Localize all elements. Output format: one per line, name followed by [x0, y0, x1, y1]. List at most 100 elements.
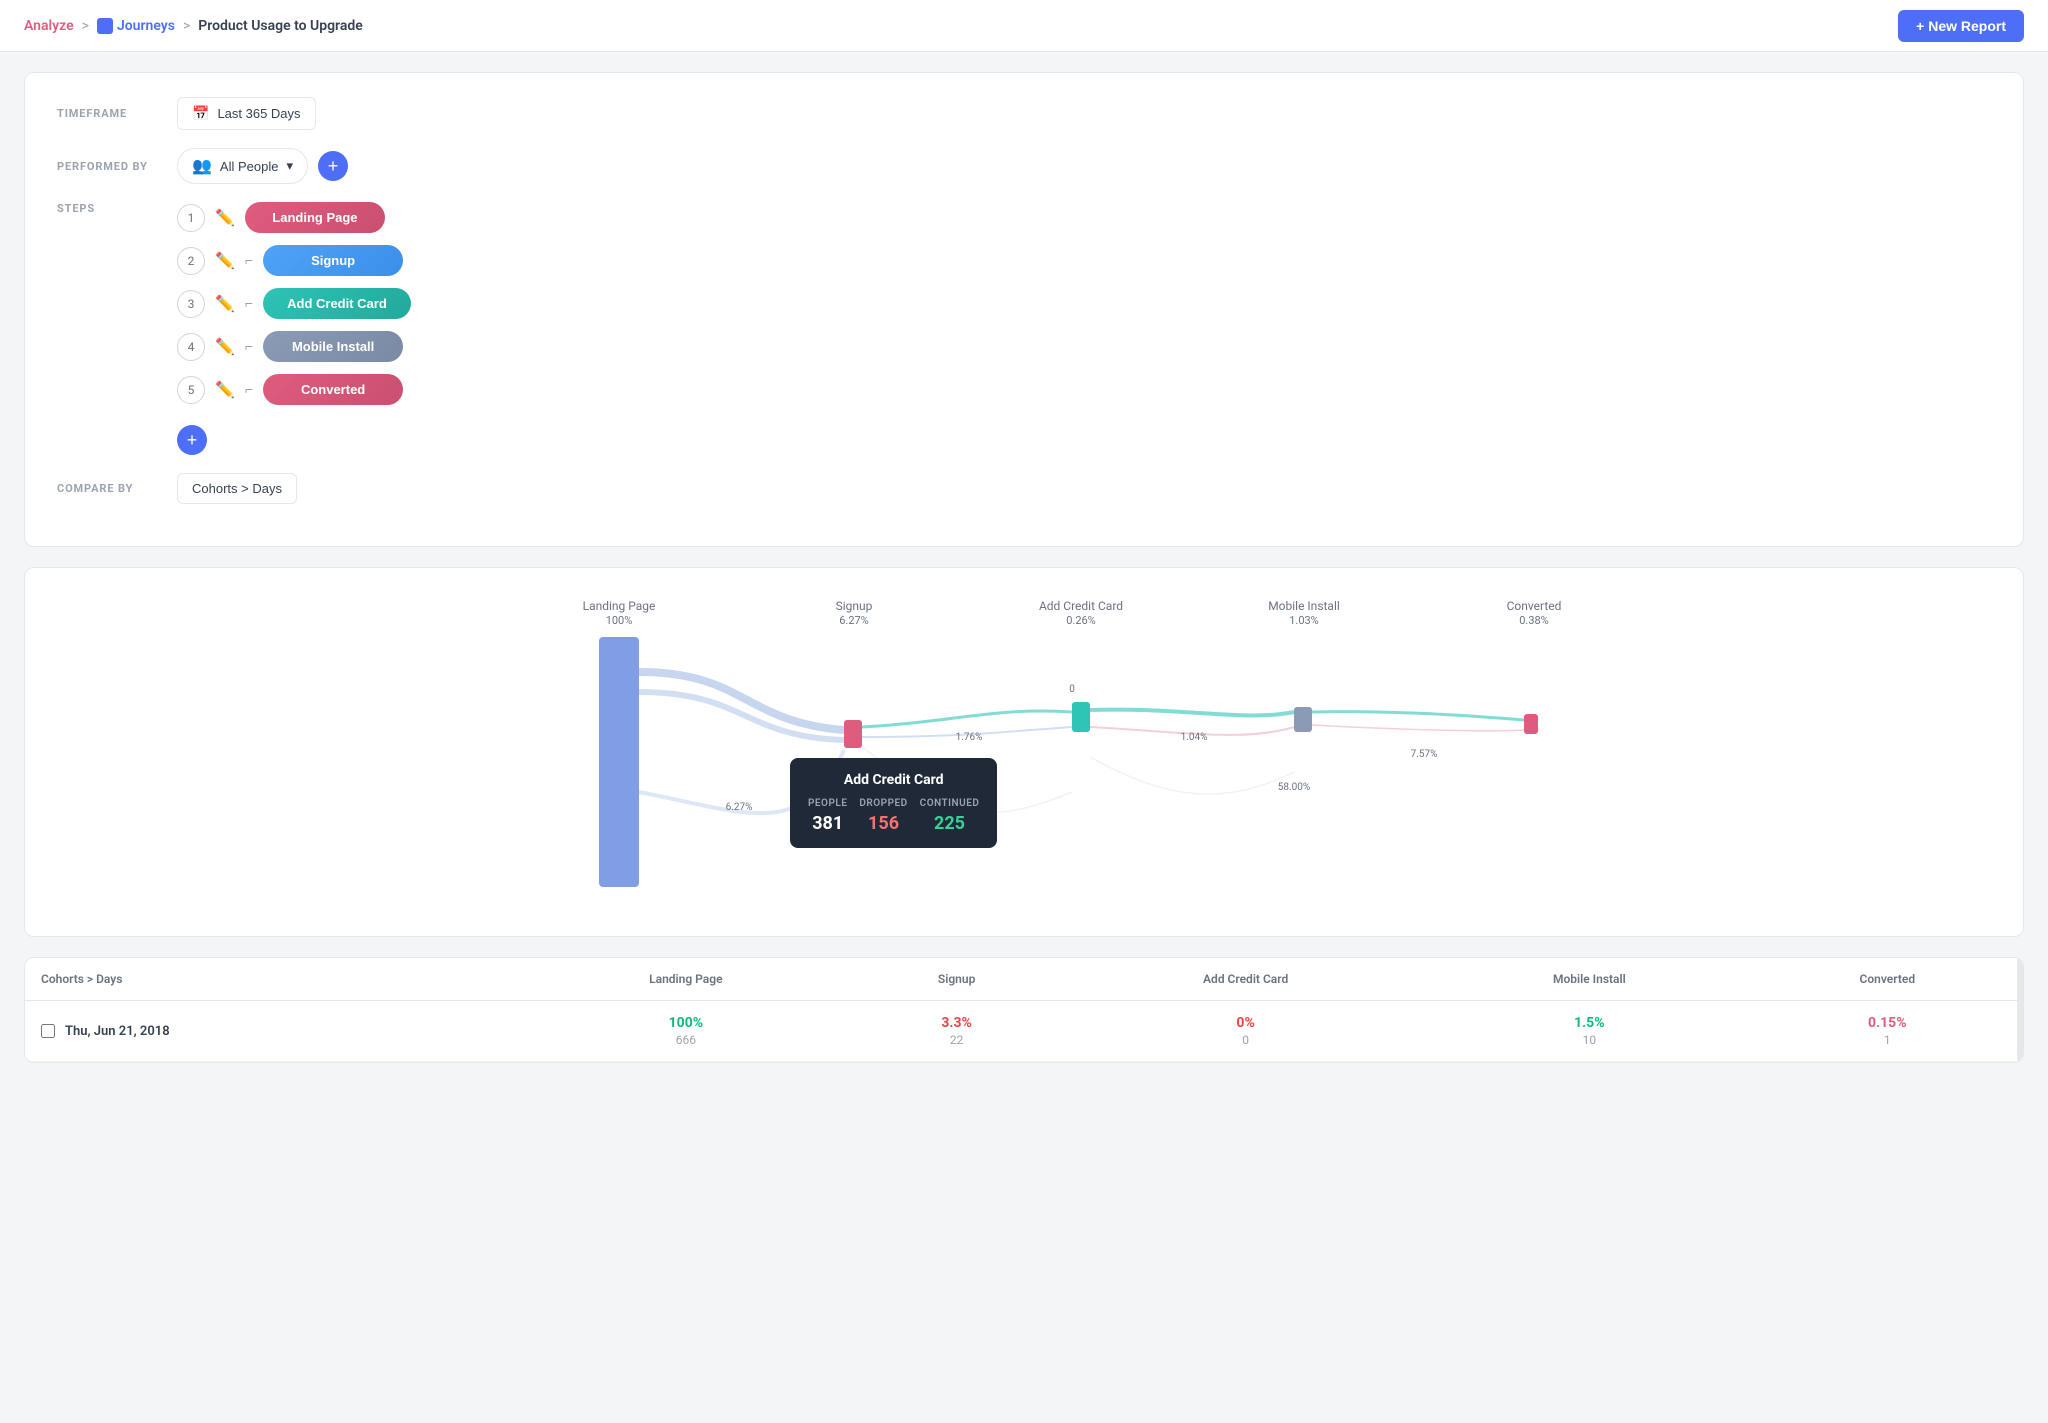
step-button-5[interactable]: Converted	[263, 374, 403, 405]
compare-by-label: COMPARE BY	[57, 482, 177, 495]
tooltip-people: PEOPLE 381	[808, 798, 847, 834]
timeframe-row: TIMEFRAME 📅 Last 365 Days	[57, 97, 1991, 130]
anno-3: 1.04%	[1181, 732, 1208, 743]
performed-by-label: PERFORMED BY	[57, 160, 177, 173]
chevron-down-icon: ▾	[286, 158, 293, 174]
separator-2: >	[183, 18, 190, 34]
td-mobile: 1.5% 10	[1427, 1001, 1752, 1062]
tooltip: Add Credit Card PEOPLE 381 DROPPED 156 C…	[790, 758, 997, 848]
step-branch-icon-5[interactable]: ⌐	[245, 381, 253, 398]
flow-main-1	[639, 672, 844, 730]
timeframe-value: Last 365 Days	[217, 106, 300, 121]
flow-mobile-converted-1	[1312, 712, 1524, 720]
step-item-4: 4 ✏️ ⌐ Mobile Install	[177, 331, 411, 362]
step-item-1: 1 ✏️ Landing Page	[177, 202, 411, 233]
calendar-icon: 📅	[192, 105, 209, 122]
bar-landing	[599, 637, 639, 887]
pct-credit: 0.26%	[1066, 614, 1096, 627]
flow-mobile-converted-2	[1312, 725, 1524, 731]
th-signup: Signup	[849, 958, 1064, 1001]
step-button-2[interactable]: Signup	[263, 245, 403, 276]
th-credit: Add Credit Card	[1064, 958, 1427, 1001]
chart-area: Landing Page 100% Signup 6.27% Add Credi…	[49, 592, 1999, 912]
journeys-icon	[97, 18, 113, 34]
td-signup: 3.3% 22	[849, 1001, 1064, 1062]
row-checkbox[interactable]	[41, 1024, 55, 1038]
add-step-button[interactable]: +	[177, 425, 207, 455]
tooltip-dropped-label: DROPPED	[859, 798, 907, 809]
step-button-4[interactable]: Mobile Install	[263, 331, 403, 362]
main-content: TIMEFRAME 📅 Last 365 Days PERFORMED BY 👥…	[0, 52, 2048, 1083]
step-num-1: 1	[177, 204, 205, 232]
td-converted: 0.15% 1	[1752, 1001, 2023, 1062]
table-row: Thu, Jun 21, 2018 100% 666 3.3% 22 0% 0	[25, 1001, 2023, 1062]
tooltip-dropped: DROPPED 156	[859, 798, 907, 834]
pct-converted: 0.38%	[1519, 614, 1549, 627]
step-num-5: 5	[177, 376, 205, 404]
anno-6: 6.27%	[726, 802, 753, 813]
step-branch-icon-2[interactable]: ⌐	[245, 252, 253, 269]
tooltip-continued-value: 225	[920, 813, 980, 834]
credit-pct: 0%	[1080, 1015, 1411, 1031]
label-converted: Converted	[1507, 599, 1562, 613]
step-branch-icon-3[interactable]: ⌐	[245, 295, 253, 312]
config-card: TIMEFRAME 📅 Last 365 Days PERFORMED BY 👥…	[24, 72, 2024, 547]
new-report-button[interactable]: + New Report	[1898, 10, 2024, 42]
tooltip-continued-label: CONTINUED	[920, 798, 980, 809]
bar-converted	[1524, 714, 1538, 734]
step-edit-icon-2[interactable]: ✏️	[215, 251, 235, 270]
bar-signup-pink	[844, 720, 862, 748]
mobile-count: 10	[1443, 1033, 1736, 1047]
performed-by-value: All People	[220, 159, 279, 174]
tooltip-continued: CONTINUED 225	[920, 798, 980, 834]
funnel-chart: Landing Page 100% Signup 6.27% Add Credi…	[49, 592, 1999, 912]
step-edit-icon-5[interactable]: ✏️	[215, 380, 235, 399]
tooltip-dropped-value: 156	[859, 813, 907, 834]
analyze-link[interactable]: Analyze	[24, 18, 74, 34]
steps-label: STEPS	[57, 202, 177, 215]
data-table: Cohorts > Days Landing Page Signup Add C…	[25, 958, 2023, 1062]
landing-count: 666	[539, 1033, 833, 1047]
compare-by-row: COMPARE BY Cohorts > Days	[57, 473, 1991, 504]
step-num-2: 2	[177, 247, 205, 275]
step-button-1[interactable]: Landing Page	[245, 202, 385, 233]
flow-signup-credit-1	[862, 711, 1072, 727]
label-signup: Signup	[836, 599, 873, 613]
tooltip-title: Add Credit Card	[808, 772, 979, 788]
converted-pct: 0.15%	[1768, 1015, 2007, 1031]
step-branch-icon-4[interactable]: ⌐	[245, 338, 253, 355]
performed-by-row: PERFORMED BY 👥 All People ▾ +	[57, 148, 1991, 184]
label-landing: Landing Page	[583, 599, 656, 613]
step-edit-icon-4[interactable]: ✏️	[215, 337, 235, 356]
performed-by-button[interactable]: 👥 All People ▾	[177, 148, 308, 184]
step-edit-icon-3[interactable]: ✏️	[215, 294, 235, 313]
step-num-4: 4	[177, 333, 205, 361]
drop-line-2	[1090, 757, 1294, 794]
label-credit: Add Credit Card	[1039, 599, 1123, 613]
people-icon: 👥	[192, 156, 212, 176]
step-edit-icon-1[interactable]: ✏️	[215, 208, 235, 227]
credit-count: 0	[1080, 1033, 1411, 1047]
step-item-3: 3 ✏️ ⌐ Add Credit Card	[177, 288, 411, 319]
td-credit: 0% 0	[1064, 1001, 1427, 1062]
tooltip-people-label: PEOPLE	[808, 798, 847, 809]
td-landing: 100% 666	[523, 1001, 849, 1062]
page-title: Product Usage to Upgrade	[198, 18, 363, 34]
steps-row: STEPS 1 ✏️ Landing Page 2 ✏️ ⌐ Signup 3 …	[57, 202, 1991, 455]
landing-pct: 100%	[539, 1015, 833, 1031]
journeys-link[interactable]: Journeys	[97, 18, 175, 34]
add-filter-button[interactable]: +	[318, 151, 348, 181]
step-button-3[interactable]: Add Credit Card	[263, 288, 411, 319]
anno-0: 0	[1069, 684, 1075, 695]
pct-mobile: 1.03%	[1289, 614, 1319, 627]
scrollbar[interactable]	[2017, 958, 2023, 1062]
compare-by-button[interactable]: Cohorts > Days	[177, 473, 297, 504]
row-checkbox-container: Thu, Jun 21, 2018	[41, 1024, 507, 1039]
signup-count: 22	[865, 1033, 1048, 1047]
anno-1: 1.76%	[956, 732, 983, 743]
bar-credit	[1072, 702, 1090, 732]
flow-credit-mobile-1	[1090, 710, 1294, 716]
separator-1: >	[82, 18, 89, 34]
timeframe-button[interactable]: 📅 Last 365 Days	[177, 97, 316, 130]
th-mobile: Mobile Install	[1427, 958, 1752, 1001]
